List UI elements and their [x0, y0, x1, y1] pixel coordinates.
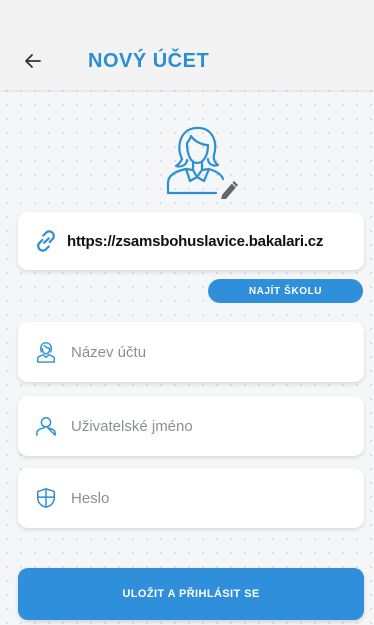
password-input[interactable]: [71, 468, 364, 528]
account-name-input[interactable]: [71, 322, 364, 382]
save-and-login-button[interactable]: ULOŽIT A PŘIHLÁSIT SE: [18, 568, 364, 620]
page-title: NOVÝ ÚČET: [88, 50, 210, 72]
top-app-bar: NOVÝ ÚČET: [0, 0, 374, 90]
arrow-left-icon: [25, 54, 41, 68]
shield-icon: [37, 488, 55, 508]
find-school-button[interactable]: NAJÍT ŠKOLU: [208, 279, 363, 303]
school-url-input[interactable]: [67, 212, 364, 270]
user-icon: [36, 417, 56, 436]
school-url-field[interactable]: [18, 212, 364, 270]
username-field[interactable]: [18, 396, 364, 456]
account-icon: [37, 342, 55, 363]
account-name-field[interactable]: [18, 322, 364, 382]
avatar[interactable]: [160, 123, 238, 200]
back-button[interactable]: [16, 44, 50, 78]
pencil-icon: [221, 181, 238, 200]
username-input[interactable]: [71, 396, 364, 456]
link-icon: [37, 230, 55, 252]
password-field[interactable]: [18, 468, 364, 528]
user-avatar-icon: [166, 126, 238, 200]
